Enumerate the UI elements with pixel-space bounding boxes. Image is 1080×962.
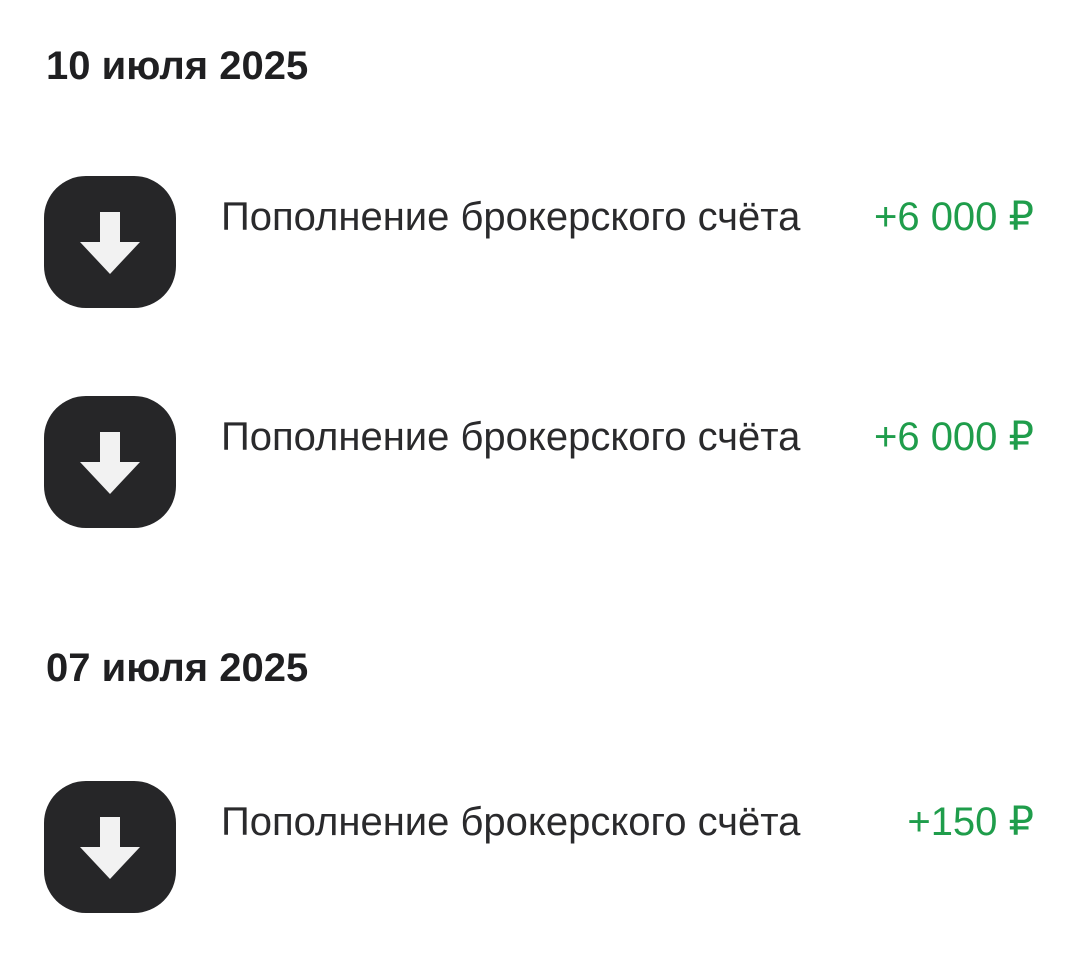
- transaction-row[interactable]: Пополнение брокерского счёта +6 000 ₽: [0, 396, 1080, 528]
- date-header: 10 июля 2025: [46, 44, 309, 88]
- transaction-amount: +150 ₽: [907, 800, 1034, 844]
- arrow-down-icon: [44, 176, 176, 308]
- transaction-amount: +6 000 ₽: [873, 415, 1034, 459]
- transaction-title: Пополнение брокерского счёта: [221, 800, 801, 844]
- transaction-row[interactable]: Пополнение брокерского счёта +150 ₽: [0, 781, 1080, 913]
- transaction-amount: +6 000 ₽: [873, 195, 1034, 239]
- transaction-title: Пополнение брокерского счёта: [221, 415, 801, 459]
- arrow-down-icon: [44, 396, 176, 528]
- date-header: 07 июля 2025: [46, 646, 309, 690]
- arrow-down-icon: [44, 781, 176, 913]
- transaction-row[interactable]: Пополнение брокерского счёта +6 000 ₽: [0, 176, 1080, 308]
- transaction-title: Пополнение брокерского счёта: [221, 195, 801, 239]
